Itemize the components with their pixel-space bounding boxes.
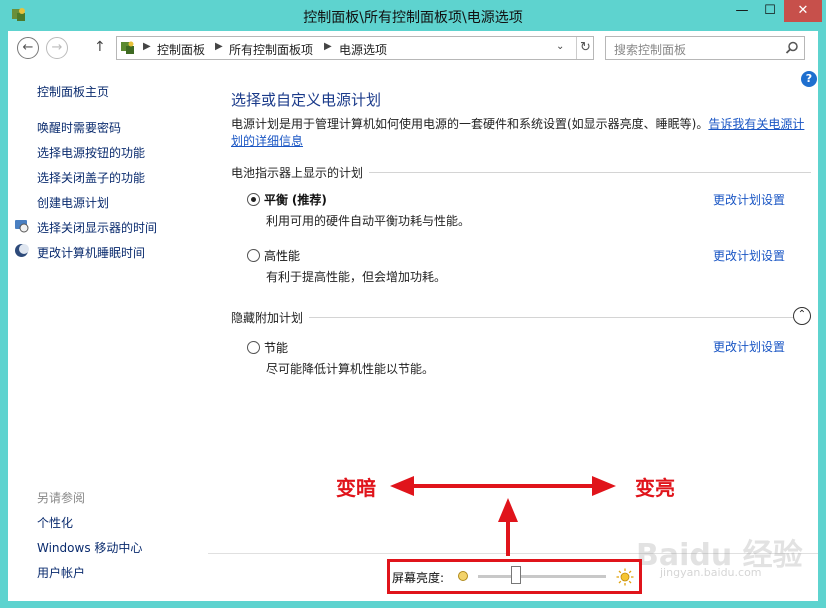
plan-power-saver-radio[interactable] xyxy=(247,341,260,354)
breadcrumb-separator: ▶ xyxy=(215,41,223,52)
brightness-label: 屏幕亮度: xyxy=(392,571,445,585)
section-battery-plans: 电池指示器上显示的计划 xyxy=(231,164,811,182)
sidebar-item-lid-close[interactable]: 选择关闭盖子的功能 xyxy=(37,169,145,186)
section-divider xyxy=(231,317,811,318)
see-also-user-accounts[interactable]: 用户帐户 xyxy=(37,564,85,581)
search-icon[interactable] xyxy=(784,40,800,56)
plan-balanced-desc: 利用可用的硬件自动平衡功耗与性能。 xyxy=(266,214,471,228)
breadcrumb-separator: ▶ xyxy=(324,41,332,52)
see-also-personalization[interactable]: 个性化 xyxy=(37,514,73,531)
control-panel-icon xyxy=(121,41,134,54)
page-title: 选择或自定义电源计划 xyxy=(231,91,382,109)
minimize-button[interactable]: — xyxy=(728,0,756,22)
window-title: 控制面板\所有控制面板项\电源选项 xyxy=(303,10,523,26)
section-battery-label: 电池指示器上显示的计划 xyxy=(231,164,370,181)
plan-power-saver-desc: 尽可能降低计算机性能以节能。 xyxy=(266,362,435,376)
back-button[interactable]: ← xyxy=(17,37,39,59)
close-button[interactable]: ✕ xyxy=(784,0,822,22)
brightness-slider-thumb[interactable] xyxy=(511,566,521,584)
sleep-moon-icon xyxy=(15,244,29,257)
plan-balanced-name[interactable]: 平衡 (推荐) xyxy=(264,191,327,208)
window-client-area: ← → ↑ ▶ 控制面板 ▶ 所有控制面板项 ▶ 电源选项 ⌄ ↻ 搜索控制面板 xyxy=(8,31,818,601)
maximize-button[interactable]: ☐ xyxy=(756,0,784,22)
sidebar-item-home[interactable]: 控制面板主页 xyxy=(37,83,109,100)
plan-high-performance-settings-link[interactable]: 更改计划设置 xyxy=(713,247,785,264)
collapse-hidden-plans-button[interactable]: ⌃ xyxy=(793,307,811,325)
section-hidden-plans: 隐藏附加计划 ⌃ xyxy=(231,307,811,327)
breadcrumb-power-options[interactable]: 电源选项 xyxy=(339,41,387,58)
display-timeout-icon xyxy=(15,220,29,233)
section-hidden-label: 隐藏附加计划 xyxy=(231,309,310,326)
watermark-url: jingyan.baidu.com xyxy=(660,566,762,579)
plan-power-saver-name[interactable]: 节能 xyxy=(264,339,288,356)
plan-high-performance-radio[interactable] xyxy=(247,249,260,262)
search-box[interactable]: 搜索控制面板 xyxy=(605,36,805,60)
see-also-heading: 另请参阅 xyxy=(37,491,86,505)
bright-sun-icon xyxy=(616,568,634,586)
description-text: 电源计划是用于管理计算机如何使用电源的一套硬件和系统设置(如显示器亮度、睡眠等)… xyxy=(231,117,709,131)
plan-balanced-tag: (推荐) xyxy=(291,193,327,207)
up-button[interactable]: ↑ xyxy=(94,39,106,55)
search-placeholder: 搜索控制面板 xyxy=(614,43,687,57)
plan-high-performance-desc: 有利于提高性能，但会增加功耗。 xyxy=(266,270,447,284)
breadcrumb-control-panel[interactable]: 控制面板 xyxy=(157,41,205,58)
dim-sun-icon xyxy=(458,571,468,581)
plan-balanced-title: 平衡 xyxy=(264,193,289,207)
plan-balanced-radio[interactable] xyxy=(247,193,260,206)
sidebar-item-wake-password[interactable]: 唤醒时需要密码 xyxy=(37,119,121,136)
help-icon[interactable]: ? xyxy=(801,71,817,87)
plan-high-performance-name[interactable]: 高性能 xyxy=(264,247,300,264)
plan-balanced-settings-link[interactable]: 更改计划设置 xyxy=(713,191,785,208)
sidebar-item-create-plan[interactable]: 创建电源计划 xyxy=(37,194,109,211)
navigation-bar: ← → ↑ ▶ 控制面板 ▶ 所有控制面板项 ▶ 电源选项 ⌄ ↻ 搜索控制面板 xyxy=(8,31,818,65)
refresh-button[interactable]: ↻ xyxy=(576,37,594,59)
sidebar-item-power-button[interactable]: 选择电源按钮的功能 xyxy=(37,144,145,161)
breadcrumb-separator: ▶ xyxy=(143,41,151,52)
forward-button[interactable]: → xyxy=(46,37,68,59)
see-also-mobility-center[interactable]: Windows 移动中心 xyxy=(37,539,142,556)
sidebar-item-sleep-time[interactable]: 更改计算机睡眠时间 xyxy=(37,244,145,261)
brightness-slider-track[interactable] xyxy=(478,575,606,578)
address-dropdown-icon[interactable]: ⌄ xyxy=(556,41,564,52)
sidebar-item-display-off[interactable]: 选择关闭显示器的时间 xyxy=(37,219,157,236)
control-panel-window: 控制面板\所有控制面板项\电源选项 — ☐ ✕ ← → ↑ ▶ 控制面板 ▶ 所… xyxy=(0,0,826,608)
title-bar[interactable]: 控制面板\所有控制面板项\电源选项 — ☐ ✕ xyxy=(0,0,826,31)
breadcrumb-all-items[interactable]: 所有控制面板项 xyxy=(229,41,313,58)
plan-power-saver-settings-link[interactable]: 更改计划设置 xyxy=(713,338,785,355)
page-description: 电源计划是用于管理计算机如何使用电源的一套硬件和系统设置(如显示器亮度、睡眠等)… xyxy=(231,116,811,150)
address-bar[interactable]: ▶ 控制面板 ▶ 所有控制面板项 ▶ 电源选项 ⌄ ↻ xyxy=(116,36,594,60)
